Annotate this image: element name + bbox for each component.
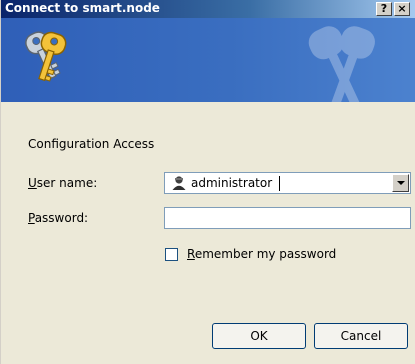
ok-button[interactable]: OK bbox=[212, 323, 306, 349]
cancel-button[interactable]: Cancel bbox=[314, 323, 408, 349]
remember-label-rest: emember my password bbox=[194, 247, 337, 261]
remember-label[interactable]: Remember my password bbox=[187, 247, 336, 261]
username-combobox[interactable]: administrator bbox=[164, 172, 411, 194]
username-dropdown-button[interactable] bbox=[392, 174, 409, 192]
chevron-down-icon bbox=[397, 181, 405, 185]
password-input[interactable] bbox=[164, 207, 411, 229]
remember-label-accel: R bbox=[187, 247, 195, 261]
help-button[interactable]: ? bbox=[376, 2, 392, 16]
username-input[interactable]: administrator bbox=[191, 176, 272, 190]
close-button[interactable]: × bbox=[394, 2, 410, 16]
window-title: Connect to smart.node bbox=[5, 1, 160, 15]
form-heading: Configuration Access bbox=[28, 137, 155, 151]
password-label: Password: bbox=[28, 211, 88, 225]
username-label-rest: ser name: bbox=[36, 176, 98, 190]
username-label: User name: bbox=[28, 176, 97, 190]
remember-checkbox[interactable] bbox=[165, 248, 178, 261]
login-dialog: Connect to smart.node ? × Configuration … bbox=[0, 0, 415, 364]
title-bar[interactable]: Connect to smart.node ? × bbox=[1, 0, 415, 18]
keys-watermark-icon bbox=[308, 26, 375, 102]
username-label-accel: U bbox=[28, 176, 37, 190]
header-banner bbox=[1, 18, 415, 102]
text-caret bbox=[279, 176, 280, 191]
password-label-rest: assword: bbox=[34, 211, 89, 225]
keys-icon bbox=[25, 31, 67, 82]
password-label-accel: P bbox=[28, 211, 35, 225]
user-icon bbox=[172, 176, 186, 190]
